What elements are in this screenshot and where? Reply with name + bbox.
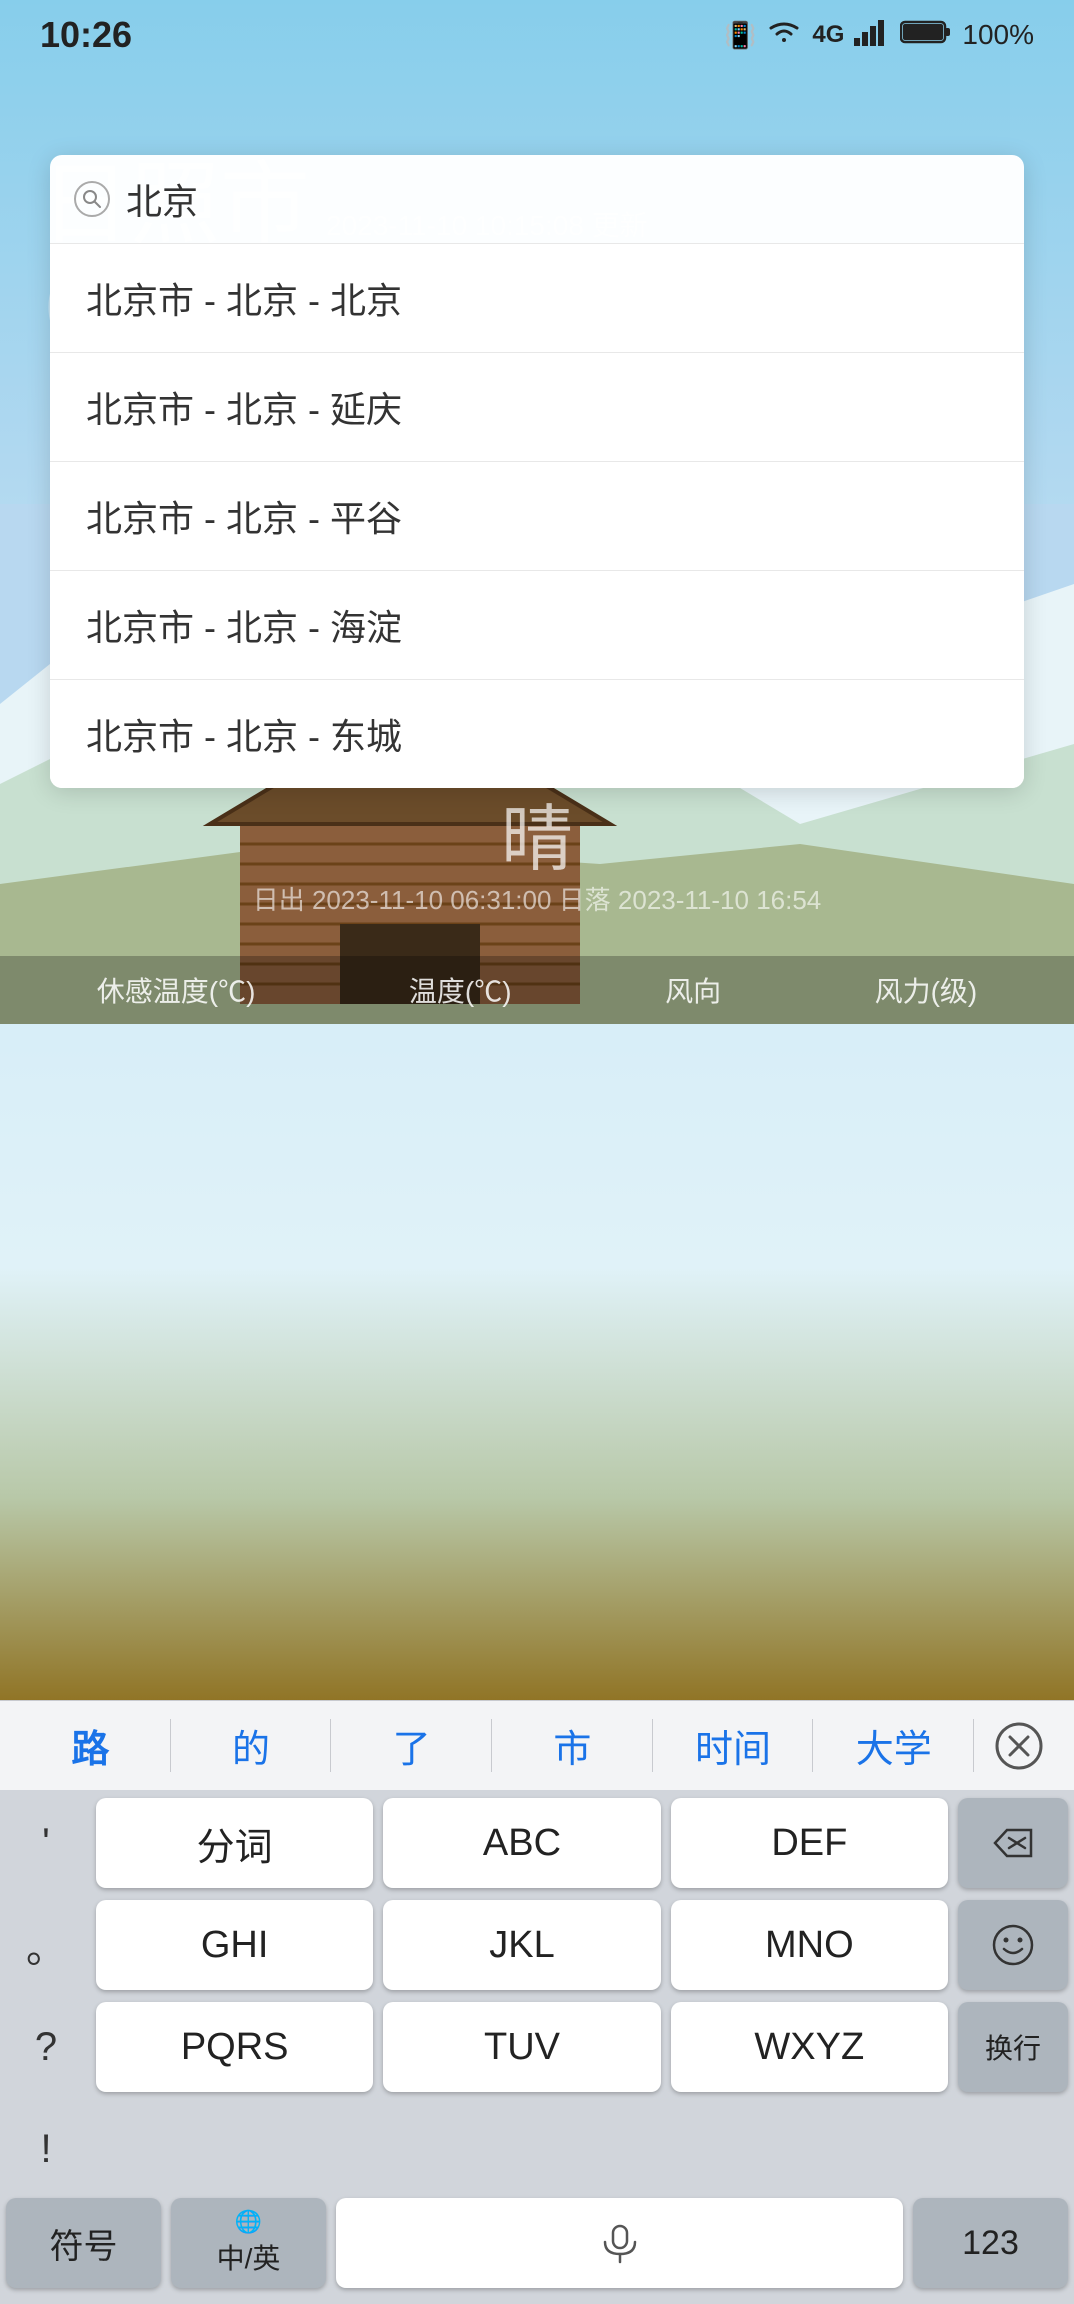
suggestion-bar: 路 的 了 市 时间 大学 — [0, 1700, 1074, 1790]
vibrate-icon: 📳 — [724, 20, 756, 51]
status-bar: 10:26 📳 4G 100% — [0, 0, 1074, 70]
weather-bar-wind-dir: 风向 — [665, 970, 721, 1010]
weather-bottom-bar: 休感温度(℃) 温度(℃) 风向 风力(级) — [0, 956, 1074, 1024]
search-input-value[interactable]: 北京 — [126, 173, 1000, 225]
search-icon — [74, 181, 110, 217]
suggestion-word-0[interactable]: 路 — [10, 1708, 171, 1783]
battery-icon — [900, 18, 952, 53]
dropdown-item-4[interactable]: 北京市 - 北京 - 东城 — [50, 680, 1024, 788]
weather-condition-text: 晴 — [0, 780, 1074, 885]
lang-label: 中/英 — [217, 2237, 281, 2277]
key-row-2: 。 GHI JKL MNO — [6, 1900, 1068, 1990]
weather-bar-feels-like: 休感温度(℃) — [97, 970, 256, 1010]
key-abc[interactable]: ABC — [383, 1798, 660, 1888]
punct-key-apostrophe[interactable]: ' — [6, 1798, 86, 1888]
key-row-3: ? PQRS TUV WXYZ 换行 — [6, 2002, 1068, 2092]
status-time: 10:26 — [40, 14, 132, 56]
search-dropdown: 北京 北京市 - 北京 - 北京 北京市 - 北京 - 延庆 北京市 - 北京 … — [50, 155, 1024, 788]
suggestion-word-5[interactable]: 大学 — [813, 1708, 974, 1783]
key-row-1: ' 分词 ABC DEF — [6, 1798, 1068, 1888]
key-mno[interactable]: MNO — [671, 1900, 948, 1990]
status-icons: 📳 4G 100% — [724, 18, 1034, 53]
dropdown-item-3[interactable]: 北京市 - 北京 - 海淀 — [50, 571, 1024, 680]
suggestion-word-3[interactable]: 市 — [492, 1708, 653, 1783]
search-input-row[interactable]: 北京 — [50, 155, 1024, 244]
punct-key-exclaim[interactable]: ! — [6, 2104, 86, 2194]
key-row-4-punct: ! — [6, 2104, 1068, 2194]
punct-key-question[interactable]: ? — [6, 2002, 86, 2092]
key-numbers[interactable]: 123 — [913, 2198, 1068, 2288]
suggestion-delete-button[interactable] — [974, 1722, 1064, 1770]
key-pqrs[interactable]: PQRS — [96, 2002, 373, 2092]
keyboard-area: 路 的 了 市 时间 大学 ' 分词 ABC DEF — [0, 1700, 1074, 2304]
battery-percent: 100% — [962, 19, 1034, 51]
weather-bar-wind-level: 风力(级) — [875, 970, 978, 1010]
key-symbol[interactable]: 符号 — [6, 2198, 161, 2288]
dropdown-item-2[interactable]: 北京市 - 北京 - 平谷 — [50, 462, 1024, 571]
keyboard-bottom-row: 符号 🌐 中/英 123 — [0, 2198, 1074, 2304]
key-tuv[interactable]: TUV — [383, 2002, 660, 2092]
weather-bar-temp: 温度(℃) — [409, 970, 512, 1010]
punct-key-period[interactable]: 。 — [6, 1900, 86, 1990]
key-fenci[interactable]: 分词 — [96, 1798, 373, 1888]
key-emoji[interactable] — [958, 1900, 1068, 1990]
signal-4g-icon: 4G — [812, 21, 844, 49]
key-wxyz[interactable]: WXYZ — [671, 2002, 948, 2092]
suggestion-word-2[interactable]: 了 — [331, 1708, 492, 1783]
dropdown-item-1[interactable]: 北京市 - 北京 - 延庆 — [50, 353, 1024, 462]
suggestion-word-1[interactable]: 的 — [171, 1708, 332, 1783]
weather-sunrise-text: 日出 2023-11-10 06:31:00 日落 2023-11-10 16:… — [40, 880, 1034, 917]
key-jkl[interactable]: JKL — [383, 1900, 660, 1990]
key-space[interactable] — [336, 2198, 903, 2288]
key-backspace[interactable] — [958, 1798, 1068, 1888]
key-return-right[interactable]: 换行 — [958, 2002, 1068, 2092]
key-def[interactable]: DEF — [671, 1798, 948, 1888]
key-rows: ' 分词 ABC DEF 。 GHI JKL MNO — [0, 1790, 1074, 2198]
suggestion-word-4[interactable]: 时间 — [653, 1708, 814, 1783]
key-lang[interactable]: 🌐 中/英 — [171, 2198, 326, 2288]
globe-icon: 🌐 — [235, 2209, 262, 2235]
key-ghi[interactable]: GHI — [96, 1900, 373, 1990]
wifi-icon — [766, 18, 802, 53]
signal-bars-icon — [854, 18, 890, 53]
dropdown-item-0[interactable]: 北京市 - 北京 - 北京 — [50, 244, 1024, 353]
